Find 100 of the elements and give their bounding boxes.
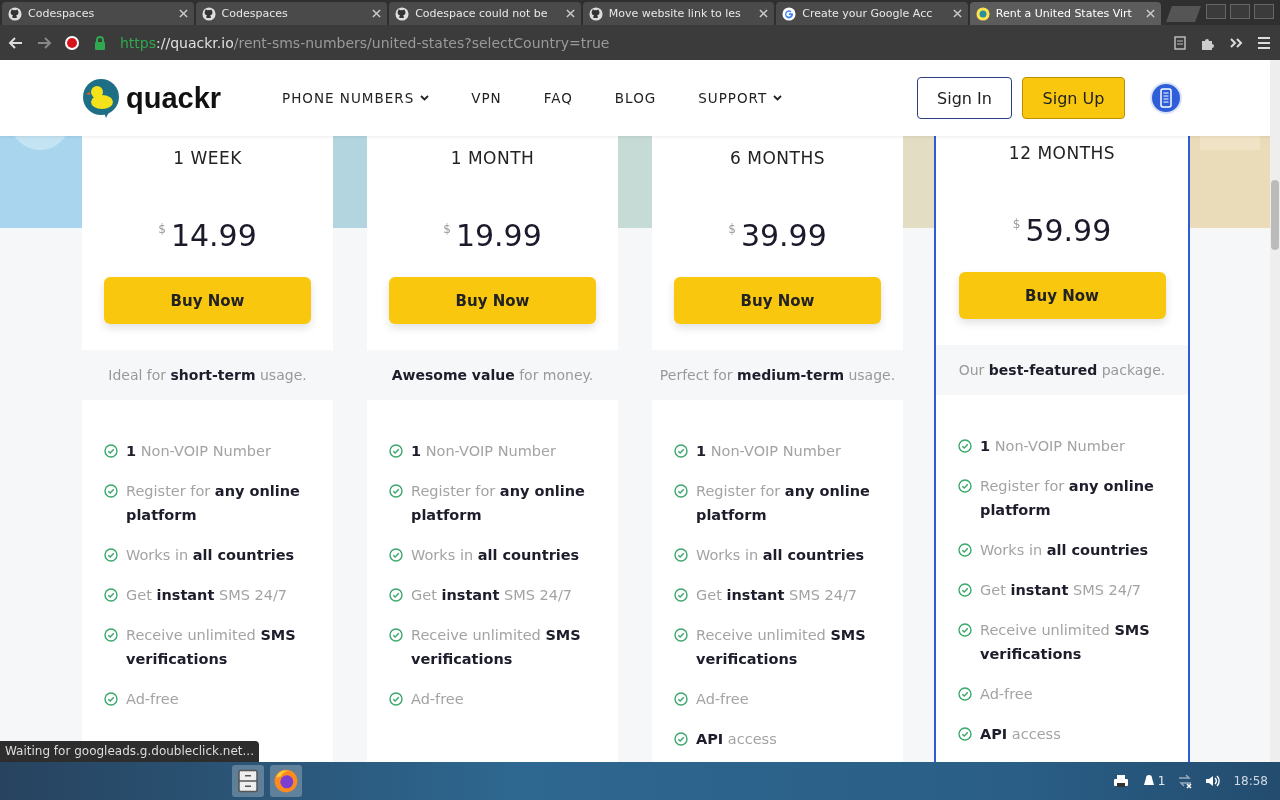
check-circle-icon: [389, 484, 403, 498]
google-icon: [782, 6, 797, 21]
plan-price: 19.99: [455, 218, 542, 253]
file-cabinet-icon[interactable]: [236, 769, 260, 793]
plan-tagline: Perfect for medium-term usage.: [659, 367, 896, 383]
back-icon[interactable]: [8, 34, 24, 51]
plan-price: 14.99: [170, 218, 257, 253]
close-icon[interactable]: [759, 9, 769, 18]
feature-text: API access: [980, 725, 1062, 744]
feature-text: Works in all countries: [126, 546, 296, 565]
sign-up-button[interactable]: Sign Up: [1022, 77, 1125, 119]
check-circle-icon: [674, 692, 688, 706]
check-circle-icon: [674, 732, 688, 746]
nav-link[interactable]: SUPPORT: [698, 90, 783, 106]
check-circle-icon: [674, 548, 688, 562]
plan-price: 39.99: [740, 218, 827, 253]
forward-icon[interactable]: [36, 34, 52, 51]
buy-now-button[interactable]: Buy Now: [104, 277, 311, 324]
check-circle-icon: [958, 439, 972, 453]
nav-link[interactable]: VPN: [471, 90, 502, 106]
check-circle-icon: [389, 628, 403, 642]
feature-text: Ad-free: [411, 690, 465, 709]
feature-text: Get instant SMS 24/7: [126, 586, 289, 605]
feature-text: Register for any online platform: [411, 482, 586, 525]
check-circle-icon: [958, 623, 972, 637]
browser-tab[interactable]: Codespaces: [195, 2, 388, 25]
feature-text: 1 Non-VOIP Number: [411, 442, 557, 461]
scrollbar-thumb[interactable]: [1271, 180, 1279, 250]
check-circle-icon: [674, 444, 688, 458]
close-icon[interactable]: [1146, 9, 1156, 18]
check-circle-icon: [958, 687, 972, 701]
browser-tab[interactable]: Rent a United States Virt: [969, 2, 1162, 25]
feature-text: Register for any online platform: [696, 482, 871, 525]
lock-icon: [92, 34, 108, 51]
check-circle-icon: [104, 484, 118, 498]
close-icon[interactable]: [565, 9, 575, 18]
status-bubble: Waiting for googleads.g.doubleclick.net...: [0, 741, 259, 762]
browser-tab[interactable]: Codespaces: [2, 2, 194, 25]
clock[interactable]: 18:58: [1233, 774, 1268, 788]
currency-symbol: $: [443, 222, 451, 236]
check-circle-icon: [389, 548, 403, 562]
currency-symbol: $: [1012, 217, 1021, 231]
browser-tab[interactable]: Codespace could not be: [389, 2, 581, 25]
nav-link[interactable]: FAQ: [543, 90, 573, 106]
reader-icon[interactable]: [1172, 34, 1188, 51]
check-circle-icon: [104, 588, 118, 602]
nav-link[interactable]: BLOG: [614, 90, 657, 106]
github-icon: [201, 6, 216, 21]
plan-tagline: Our best-featured package.: [958, 362, 1166, 378]
feature-text: Register for any online platform: [126, 482, 301, 525]
duck-logo-icon[interactable]: [82, 78, 120, 118]
check-circle-icon: [674, 484, 688, 498]
volume-icon[interactable]: [1205, 773, 1222, 789]
printer-icon[interactable]: [1112, 773, 1129, 789]
github-icon: [8, 6, 22, 21]
network-icon[interactable]: [1177, 773, 1194, 789]
plan-title: 12 MONTHS: [1008, 143, 1116, 163]
check-circle-icon: [389, 588, 403, 602]
notifications-button[interactable]: 1: [1140, 773, 1166, 789]
close-icon[interactable]: [952, 9, 962, 18]
feature-text: Works in all countries: [980, 541, 1150, 560]
plan-title: 1 WEEK: [173, 148, 242, 168]
currency-symbol: $: [728, 222, 736, 236]
feature-text: 1 Non-VOIP Number: [696, 442, 842, 461]
check-circle-icon: [674, 588, 688, 602]
close-icon[interactable]: [372, 9, 382, 18]
feature-text: Works in all countries: [696, 546, 866, 565]
plan-title: 1 MONTH: [450, 148, 535, 168]
browser-tab[interactable]: Move website link to les: [582, 2, 775, 25]
feature-text: Works in all countries: [411, 546, 581, 565]
buy-now-button[interactable]: Buy Now: [674, 277, 881, 324]
buy-now-button[interactable]: Buy Now: [958, 272, 1166, 319]
menu-icon[interactable]: [1256, 34, 1272, 51]
sign-in-button[interactable]: Sign In: [917, 77, 1012, 119]
feature-text: Receive unlimited SMS verifications: [980, 621, 1151, 664]
check-circle-icon: [389, 692, 403, 706]
check-circle-icon: [958, 583, 972, 597]
browser-tab[interactable]: Create your Google Acc: [776, 2, 968, 25]
check-circle-icon: [104, 628, 118, 642]
phone-icon[interactable]: [1150, 82, 1182, 114]
scrollbar[interactable]: [1270, 60, 1280, 762]
plan-price: 59.99: [1025, 213, 1112, 248]
feature-text: Get instant SMS 24/7: [411, 586, 574, 605]
feature-text: Register for any online platform: [980, 477, 1155, 520]
nav-link[interactable]: PHONE NUMBERS: [282, 90, 430, 106]
check-circle-icon: [958, 479, 972, 493]
duck-icon: [975, 6, 990, 21]
currency-symbol: $: [158, 222, 166, 236]
feature-text: Ad-free: [126, 690, 180, 709]
stop-icon[interactable]: [64, 34, 80, 51]
browser-icon[interactable]: [273, 768, 299, 794]
feature-text: Receive unlimited SMS verifications: [696, 626, 867, 669]
buy-now-button[interactable]: Buy Now: [389, 277, 596, 324]
plan-title: 6 MONTHS: [730, 148, 825, 168]
check-circle-icon: [389, 444, 403, 458]
logo-text[interactable]: quackr: [126, 81, 222, 115]
plan-tagline: Awesome value for money.: [391, 367, 594, 383]
plan-tagline: Ideal for short-term usage.: [108, 367, 307, 383]
check-circle-icon: [104, 444, 118, 458]
close-icon[interactable]: [178, 9, 188, 18]
